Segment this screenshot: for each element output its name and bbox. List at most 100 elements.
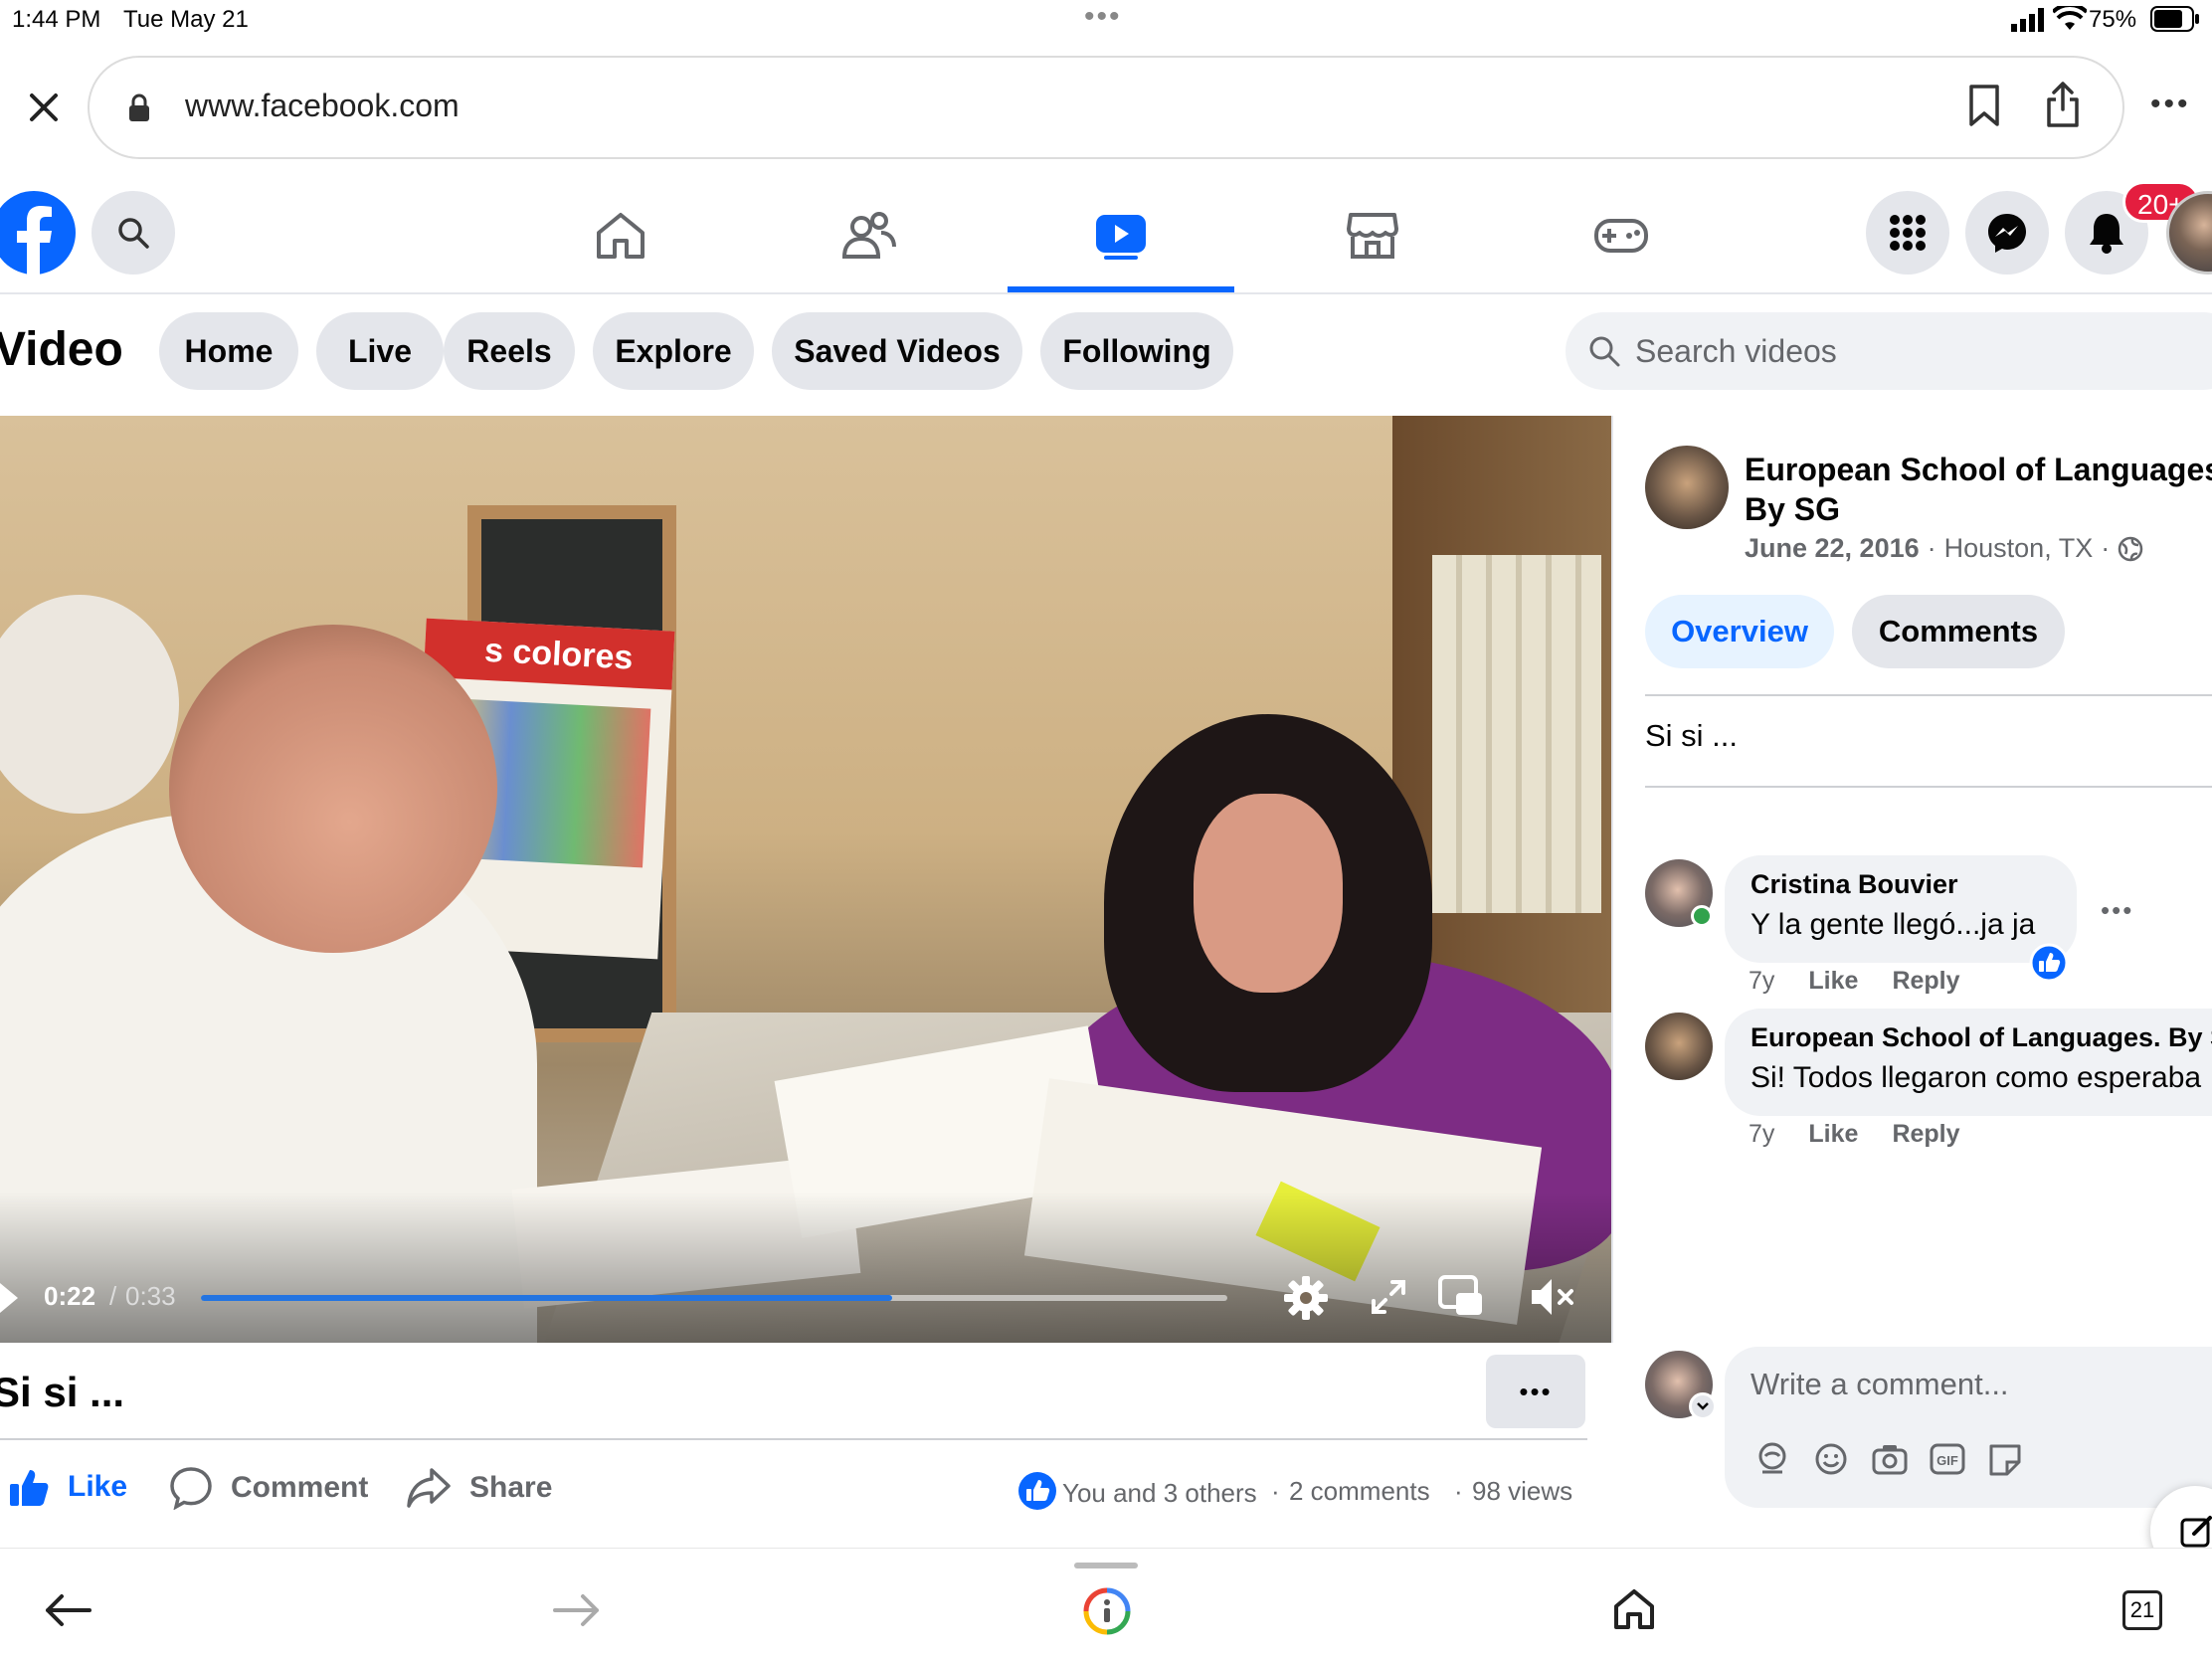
active-tab-indicator bbox=[1008, 286, 1234, 292]
time-separator: / bbox=[109, 1281, 117, 1311]
reactions-summary[interactable]: You and 3 others bbox=[1062, 1478, 1257, 1509]
comment-bubble-icon bbox=[170, 1467, 212, 1510]
comment-text: Y la gente llegó...ja ja bbox=[1751, 908, 2036, 941]
commenter-avatar[interactable] bbox=[1645, 1013, 1713, 1080]
camera-icon[interactable] bbox=[1872, 1442, 1908, 1476]
wifi-icon bbox=[2053, 6, 2087, 30]
tab-comments[interactable]: Comments bbox=[1852, 595, 2065, 668]
video-pill-following[interactable]: Following bbox=[1040, 312, 1233, 390]
back-arrow-icon[interactable] bbox=[44, 1592, 92, 1628]
description-divider bbox=[1645, 786, 2212, 788]
nav-tab-home[interactable] bbox=[507, 179, 734, 292]
nav-tab-gaming[interactable] bbox=[1508, 179, 1735, 292]
video-pill-reels[interactable]: Reels bbox=[444, 312, 575, 390]
comment-age: 7y bbox=[1749, 967, 1775, 995]
nav-tab-marketplace[interactable] bbox=[1259, 179, 1486, 292]
avatar-sticker-icon[interactable] bbox=[1754, 1442, 1790, 1476]
video-pill-home[interactable]: Home bbox=[159, 312, 298, 390]
share-arrow-icon bbox=[407, 1468, 451, 1508]
settings-gear-icon[interactable] bbox=[1283, 1275, 1329, 1321]
comment-reply-link[interactable]: Reply bbox=[1892, 1120, 1959, 1149]
status-date: Tue May 21 bbox=[123, 6, 249, 33]
tabs-divider bbox=[1645, 694, 2212, 696]
progress-fill bbox=[201, 1295, 892, 1301]
multitask-dots-icon[interactable]: ••• bbox=[1084, 0, 1122, 34]
picture-in-picture-icon[interactable] bbox=[1438, 1275, 1484, 1317]
messenger-icon bbox=[1988, 214, 2026, 253]
account-switcher[interactable] bbox=[1689, 1392, 1717, 1420]
comment-author[interactable]: European School of Languages. By SG bbox=[1751, 1022, 2212, 1053]
play-icon[interactable] bbox=[0, 1281, 20, 1315]
menu-button[interactable] bbox=[1866, 191, 1949, 275]
comment-composer[interactable]: Write a comment... GIF bbox=[1725, 1347, 2212, 1508]
messenger-button[interactable] bbox=[1965, 191, 2049, 275]
video-pill-live[interactable]: Live bbox=[316, 312, 444, 390]
dot-separator: · bbox=[1454, 1476, 1463, 1506]
like-reaction-icon bbox=[1018, 1472, 1056, 1510]
views-count: 98 views bbox=[1472, 1476, 1573, 1506]
page-avatar[interactable] bbox=[1645, 446, 1729, 529]
friends-icon bbox=[841, 212, 896, 259]
comment-like-link[interactable]: Like bbox=[1808, 967, 1858, 996]
search-videos-placeholder: Search videos bbox=[1635, 332, 1837, 369]
nav-tab-video[interactable] bbox=[1008, 179, 1234, 292]
comment-author[interactable]: Cristina Bouvier bbox=[1751, 869, 2051, 900]
forward-arrow-icon[interactable] bbox=[553, 1592, 601, 1628]
search-videos-input[interactable]: Search videos bbox=[1566, 312, 2212, 390]
search-icon bbox=[1589, 336, 1620, 367]
gif-icon[interactable]: GIF bbox=[1930, 1442, 1965, 1476]
emoji-icon[interactable] bbox=[1814, 1442, 1848, 1476]
fullscreen-icon[interactable] bbox=[1371, 1279, 1406, 1315]
video-player[interactable]: s colores 0:22 / 0:33 bbox=[0, 416, 1611, 1343]
nav-tab-friends[interactable] bbox=[756, 179, 983, 292]
dot-separator: · bbox=[2101, 533, 2111, 563]
post-meta: June 22, 2016 · Houston, TX · bbox=[1745, 533, 2143, 564]
share-button[interactable]: Share bbox=[406, 1466, 552, 1510]
home-icon[interactable] bbox=[1613, 1588, 1655, 1630]
video-pill-saved-videos[interactable]: Saved Videos bbox=[772, 312, 1022, 390]
panel-divider bbox=[1611, 416, 1613, 1343]
comment-more-icon[interactable]: ••• bbox=[2101, 895, 2133, 926]
page-name-line2[interactable]: By SG bbox=[1745, 491, 1840, 528]
address-bar[interactable]: www.facebook.com bbox=[88, 56, 2124, 159]
comment-label: Comment bbox=[231, 1471, 369, 1504]
progress-bar[interactable] bbox=[201, 1295, 1227, 1301]
binders bbox=[1432, 555, 1601, 913]
search-icon bbox=[118, 218, 149, 249]
toolbar-handle[interactable] bbox=[1074, 1563, 1138, 1568]
apps-grid-icon bbox=[1890, 215, 1926, 251]
url-text[interactable]: www.facebook.com bbox=[185, 88, 460, 124]
share-page-icon[interactable] bbox=[2043, 80, 2083, 129]
svg-text:GIF: GIF bbox=[1936, 1453, 1958, 1468]
comment-bubble: Cristina Bouvier Y la gente llegó...ja j… bbox=[1725, 855, 2077, 963]
post-date[interactable]: June 22, 2016 bbox=[1745, 533, 1920, 564]
close-tab-icon[interactable] bbox=[26, 90, 62, 125]
video-pill-explore[interactable]: Explore bbox=[593, 312, 754, 390]
facebook-logo-icon[interactable] bbox=[0, 191, 76, 275]
bookmark-icon[interactable] bbox=[1967, 84, 2001, 127]
comment-like-link[interactable]: Like bbox=[1808, 1120, 1858, 1149]
like-button[interactable]: Like bbox=[8, 1466, 127, 1508]
fb-search-button[interactable] bbox=[92, 191, 175, 275]
comments-count[interactable]: 2 comments bbox=[1289, 1476, 1430, 1507]
post-location[interactable]: Houston, TX bbox=[1944, 533, 2094, 564]
comment-reply-link[interactable]: Reply bbox=[1892, 967, 1959, 996]
actions-divider bbox=[0, 1438, 1587, 1440]
composer-placeholder: Write a comment... bbox=[1751, 1367, 2009, 1401]
dot-separator: · bbox=[1927, 533, 1936, 563]
cellular-signal-icon bbox=[2011, 8, 2044, 32]
facebook-top-nav: 20+ bbox=[0, 179, 2212, 294]
google-lens-icon[interactable] bbox=[1082, 1586, 1132, 1636]
tab-count-button[interactable]: 21 bbox=[2122, 1590, 2162, 1630]
comment-button[interactable]: Comment bbox=[169, 1466, 368, 1510]
muted-volume-icon[interactable] bbox=[1530, 1275, 1577, 1319]
sticker-icon[interactable] bbox=[1987, 1442, 2023, 1476]
post-description: Si si ... bbox=[1645, 718, 1739, 753]
thumbs-up-icon bbox=[10, 1470, 49, 1506]
browser-more-icon[interactable]: ••• bbox=[2150, 88, 2191, 121]
page-name-line1[interactable]: European School of Languages. bbox=[1745, 452, 2212, 488]
dot-separator: · bbox=[1271, 1476, 1280, 1506]
video-more-options-icon[interactable]: ••• bbox=[1486, 1355, 1585, 1428]
tab-overview[interactable]: Overview bbox=[1645, 595, 1834, 668]
browser-bottom-toolbar: 21 bbox=[0, 1548, 2212, 1659]
